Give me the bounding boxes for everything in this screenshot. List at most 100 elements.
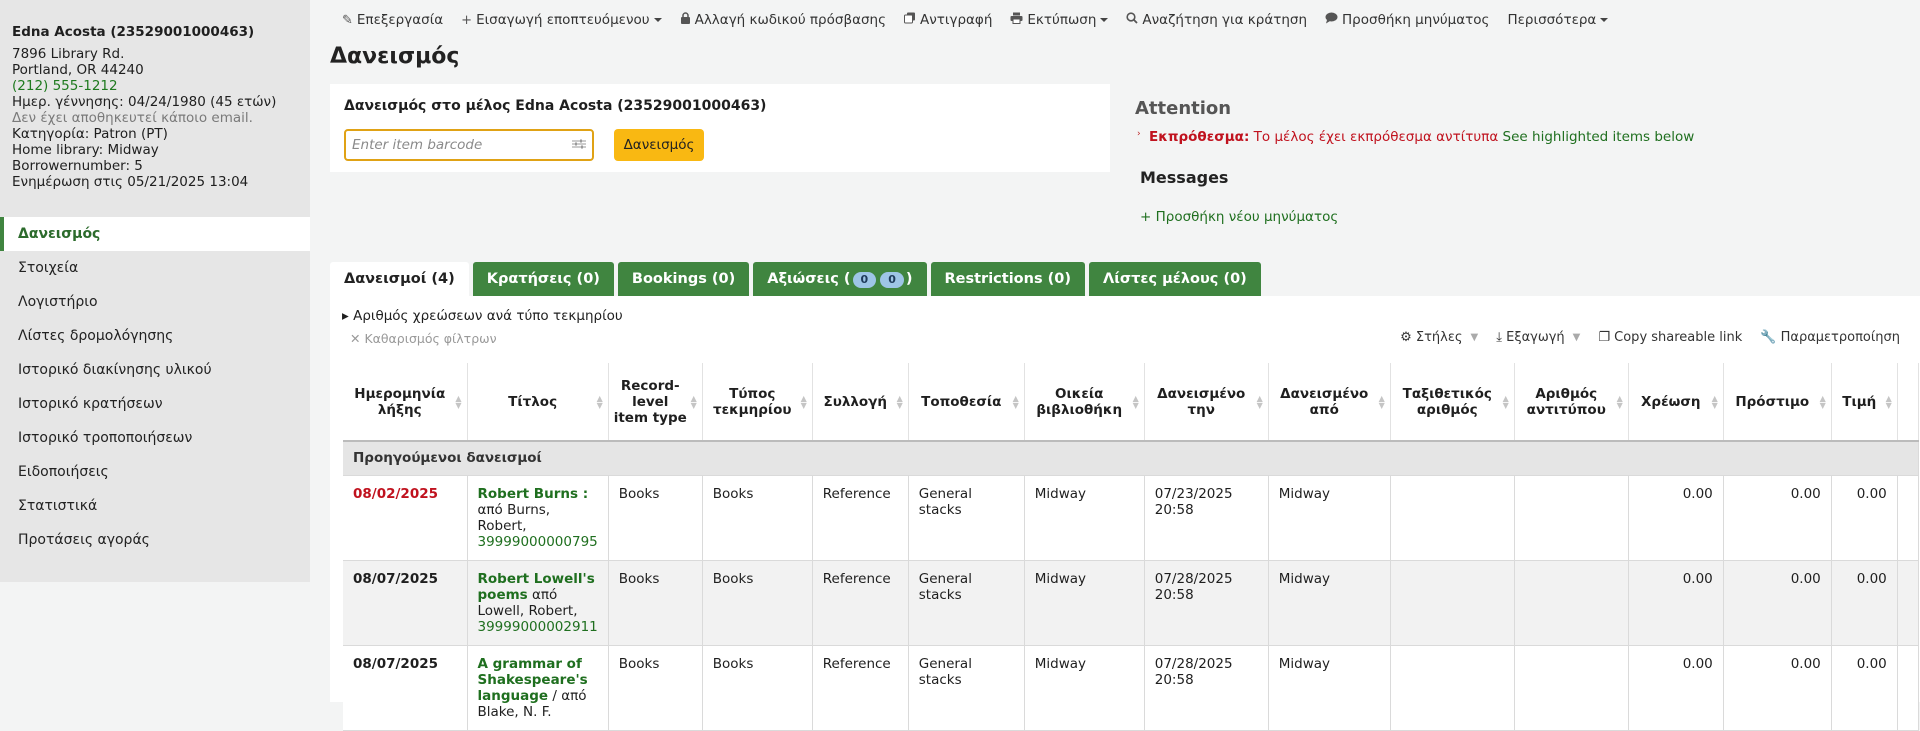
- nav-item-purchase-suggestions[interactable]: Προτάσεις αγοράς: [0, 523, 310, 557]
- patron-info: Edna Acosta (23529001000463) 7896 Librar…: [0, 0, 310, 207]
- configure-button[interactable]: 🔧 Παραμετροποίηση: [1760, 330, 1900, 345]
- barcode-input[interactable]: [344, 129, 594, 161]
- col-label: Πρόστιμο: [1735, 393, 1810, 410]
- col-title[interactable]: Τίτλος ▲ ▼: [467, 363, 609, 442]
- barcode-link[interactable]: 39999000002911: [478, 619, 598, 635]
- clear-filters-link[interactable]: ✕ Καθαρισμός φίλτρων: [350, 331, 497, 346]
- add-message-button[interactable]: Προσθήκη μηνύματος: [1325, 9, 1489, 31]
- fine-cell: 0.00: [1723, 560, 1832, 646]
- nav-item-holds-history[interactable]: Ιστορικό κρατήσεων: [0, 387, 310, 421]
- nav-item-details[interactable]: Στοιχεία: [0, 251, 310, 285]
- nav-item-modification-log[interactable]: Ιστορικό τροποποιήσεων: [0, 421, 310, 455]
- duplicate-button[interactable]: Αντιγραφή: [904, 9, 992, 31]
- col-copy-number[interactable]: Αριθμός αντιτύπου ▲ ▼: [1514, 363, 1629, 442]
- nav-item-statistics[interactable]: Στατιστικά: [0, 489, 310, 523]
- sort-icon: ▲ ▼: [1378, 393, 1385, 410]
- sort-icon: ▲ ▼: [596, 393, 603, 410]
- col-label: Τιμή: [1842, 393, 1877, 410]
- search-hold-button[interactable]: Αναζήτηση για κράτηση: [1126, 9, 1307, 31]
- tab-holds[interactable]: Κρατήσεις (0): [472, 262, 614, 296]
- close-icon: ✕: [350, 331, 361, 346]
- tab-patron-lists[interactable]: Λίστες μέλους (0): [1089, 262, 1261, 296]
- edit-button[interactable]: ✎ Επεξεργασία: [342, 9, 443, 31]
- title-link[interactable]: Robert Burns :: [478, 486, 598, 502]
- nav-item-notices[interactable]: Ειδοποιήσεις: [0, 455, 310, 489]
- col-fine[interactable]: Πρόστιμο ▲ ▼: [1723, 363, 1832, 442]
- sort-icon: ▲ ▼: [1885, 393, 1892, 410]
- col-label: Τοποθεσία: [921, 393, 1002, 410]
- patron-sidebar: Edna Acosta (23529001000463) 7896 Librar…: [0, 0, 310, 702]
- tab-bookings[interactable]: Bookings (0): [617, 262, 750, 296]
- col-label: Ημερομηνία λήξης: [354, 385, 446, 418]
- nav-item-accounting[interactable]: Λογιστήριο: [0, 285, 310, 319]
- patron-phone[interactable]: (212) 555-1212: [12, 78, 298, 94]
- col-record-level-type[interactable]: Record-level item type ▲ ▼: [608, 363, 703, 442]
- triangle-right-icon: ▸: [342, 308, 349, 324]
- chevron-down-icon: [653, 18, 662, 22]
- col-label: Χρέωση: [1641, 393, 1701, 410]
- col-call-number[interactable]: Ταξιθετικός αριθμός ▲ ▼: [1390, 363, 1515, 442]
- issued-on-cell: 07/28/2025 20:58: [1144, 645, 1269, 731]
- col-price[interactable]: Τιμή ▲ ▼: [1831, 363, 1898, 442]
- columns-button[interactable]: ⚙ Στήλες ▼: [1400, 330, 1478, 345]
- issued-on-cell: 07/23/2025 20:58: [1144, 475, 1269, 561]
- circulation-tabs: Δανεισμοί (4) Κρατήσεις (0) Bookings (0)…: [330, 262, 1261, 296]
- due-date-cell: 08/07/2025: [343, 560, 468, 646]
- add-guarantor-button[interactable]: + Εισαγωγή εποπτευόμενου: [461, 9, 662, 31]
- export-label: Εξαγωγή: [1506, 330, 1565, 345]
- nav-item-circulation-history[interactable]: Ιστορικό διακίνησης υλικού: [0, 353, 310, 387]
- sort-icon: ▲ ▼: [1256, 393, 1263, 410]
- home-library-cell: Midway: [1024, 560, 1145, 646]
- copy-link-button[interactable]: ❐ Copy shareable link: [1598, 330, 1742, 345]
- col-charge[interactable]: Χρέωση ▲ ▼: [1628, 363, 1724, 442]
- col-issued-from[interactable]: Δανεισμένο από ▲ ▼: [1268, 363, 1391, 442]
- tab-restrictions[interactable]: Restrictions (0): [930, 262, 1085, 296]
- see-highlighted-link[interactable]: See highlighted items below: [1503, 129, 1695, 145]
- col-due-date[interactable]: Ημερομηνία λήξης ▲ ▼: [343, 363, 468, 442]
- location-cell: General stacks: [908, 645, 1025, 731]
- export-button[interactable]: ⤓ Εξαγωγή ▼: [1496, 330, 1580, 345]
- overdue-notice: › Εκπρόθεσμα: Το μέλος έχει εκπρόθεσμα α…: [1135, 129, 1875, 145]
- nav-item-routing-lists[interactable]: Λίστες δρομολόγησης: [0, 319, 310, 353]
- messages-box: Messages + Προσθήκη νέου μηνύματος: [1140, 168, 1338, 225]
- plus-icon: +: [461, 12, 473, 28]
- price-cell: 0.00: [1831, 645, 1898, 731]
- tab-claims[interactable]: Αξιώσεις (0 0): [753, 262, 927, 296]
- sort-icon: ▲ ▼: [455, 393, 462, 410]
- col-collection[interactable]: Συλλογή ▲ ▼: [812, 363, 909, 442]
- bullet-icon: ›: [1137, 129, 1141, 139]
- add-new-message-link[interactable]: + Προσθήκη νέου μηνύματος: [1140, 209, 1338, 225]
- col-issued-on[interactable]: Δανεισμένο την ▲ ▼: [1144, 363, 1269, 442]
- change-password-button[interactable]: Αλλαγή κωδικού πρόσβασης: [680, 9, 886, 31]
- charges-summary-toggle[interactable]: ▸ Αριθμός χρεώσεων ανά τύπο τεκμηρίου: [342, 308, 623, 324]
- col-location[interactable]: Τοποθεσία ▲ ▼: [908, 363, 1025, 442]
- settings-sliders-icon[interactable]: [572, 139, 586, 149]
- price-cell: 0.00: [1831, 475, 1898, 561]
- patron-nav: Δανεισμός Στοιχεία Λογιστήριο Λίστες δρο…: [0, 207, 310, 582]
- home-library-cell: Midway: [1024, 475, 1145, 561]
- collection-cell: Reference: [812, 560, 909, 646]
- col-item-type[interactable]: Τύπος τεκμηρίου ▲ ▼: [702, 363, 813, 442]
- edit-label: Επεξεργασία: [356, 12, 444, 28]
- checkout-button[interactable]: Δανεισμός: [614, 129, 704, 161]
- barcode-link[interactable]: 39999000000795: [478, 534, 598, 550]
- print-button[interactable]: Εκτύπωση: [1010, 9, 1109, 31]
- sort-icon: ▲ ▼: [690, 393, 697, 410]
- col-label: Συλλογή: [823, 393, 887, 410]
- overdue-label: Εκπρόθεσμα:: [1149, 129, 1250, 145]
- call-number-cell: [1390, 560, 1515, 646]
- tab-checkouts[interactable]: Δανεισμοί (4): [330, 262, 469, 296]
- nav-item-checkout[interactable]: Δανεισμός: [0, 217, 310, 251]
- table-header-row: Ημερομηνία λήξης ▲ ▼ Τίτλος ▲ ▼ Record-level…: [343, 363, 1919, 442]
- col-home-library[interactable]: Οικεία βιβλιοθήκη ▲ ▼: [1024, 363, 1145, 442]
- location-cell: General stacks: [908, 560, 1025, 646]
- columns-label: Στήλες: [1415, 330, 1463, 345]
- more-button[interactable]: Περισσότερα: [1507, 9, 1609, 31]
- charge-cell: 0.00: [1628, 645, 1724, 731]
- table-tools: ⚙ Στήλες ▼ ⤓ Εξαγωγή ▼ ❐ Copy shareable li…: [1400, 330, 1900, 345]
- add-new-message-label: Προσθήκη νέου μηνύματος: [1155, 209, 1339, 225]
- attention-box: Attention › Εκπρόθεσμα: Το μέλος έχει εκ…: [1135, 98, 1875, 145]
- wrench-icon: 🔧: [1760, 330, 1777, 345]
- home-library-cell: Midway: [1024, 645, 1145, 731]
- clear-filters-label: Καθαρισμός φίλτρων: [364, 331, 497, 346]
